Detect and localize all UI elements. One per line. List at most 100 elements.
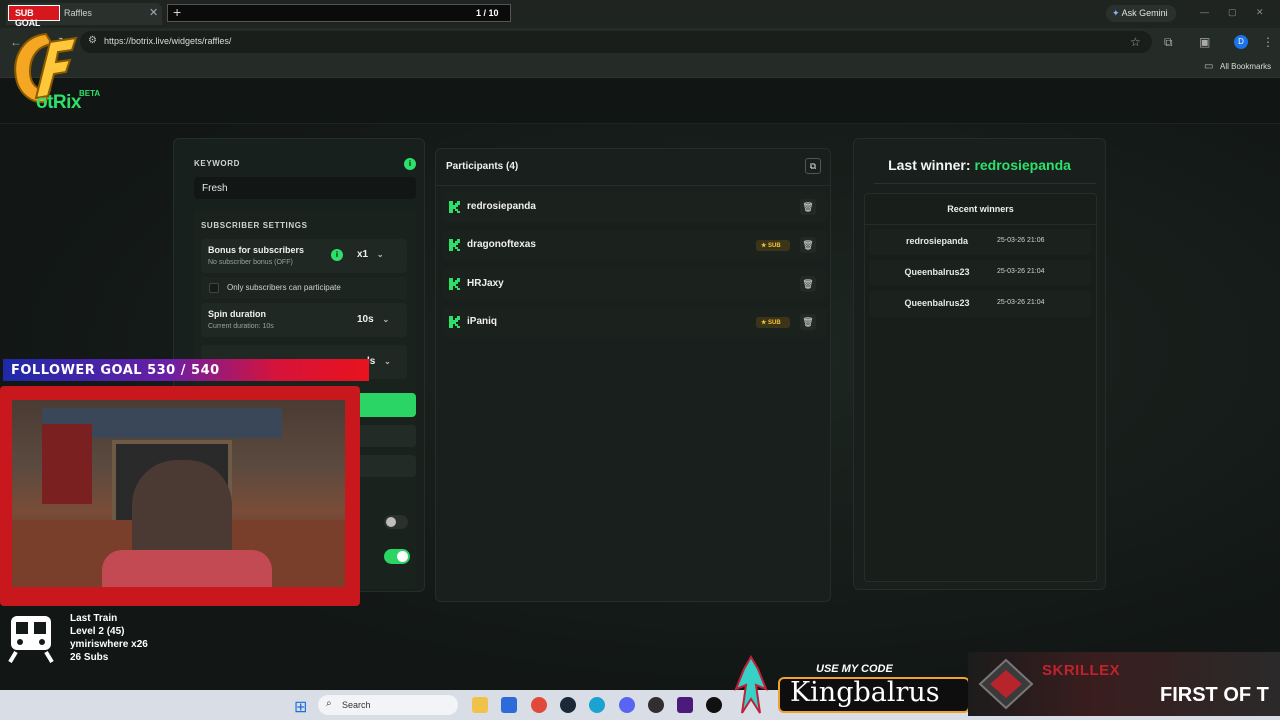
- steam-icon[interactable]: [560, 697, 576, 713]
- bookmark-star-icon[interactable]: ☆: [1130, 35, 1141, 49]
- kick-icon: [449, 316, 460, 328]
- copy-icon[interactable]: ⧉: [805, 158, 821, 174]
- sub-badge: ★ SUB: [756, 240, 790, 251]
- toggle-off[interactable]: [384, 515, 408, 529]
- toggle-on[interactable]: [384, 549, 410, 564]
- browser-tabstrip: Raffles ✕ SUB GOAL 1 / 10 + ✦ Ask Gemini…: [0, 0, 1280, 28]
- discord-icon[interactable]: [619, 697, 635, 713]
- winner-row: Queenbalrus23 25-03-26 21:04: [869, 291, 1091, 317]
- last-winner-label: Last winner:: [888, 157, 971, 173]
- winner-name: Queenbalrus23: [904, 298, 970, 308]
- spin-duration-row: Spin duration Current duration: 10s 10s …: [201, 303, 407, 337]
- sidepanel-icon[interactable]: ▣: [1199, 35, 1210, 49]
- sub-goal-overlay: SUB GOAL: [8, 5, 60, 28]
- participant-name: dragonoftexas: [467, 239, 536, 250]
- kick-icon: [449, 201, 460, 213]
- file-explorer-icon[interactable]: [472, 697, 488, 713]
- chevron-down-icon: ⌄: [384, 357, 391, 366]
- chrome-icon[interactable]: [531, 697, 547, 713]
- edge-icon[interactable]: [589, 697, 605, 713]
- store-icon[interactable]: [501, 697, 517, 713]
- site-info-icon[interactable]: ⚙: [88, 35, 97, 46]
- participant-row: HRJaxy 🗑: [443, 269, 827, 299]
- winner-name: redrosiepanda: [905, 236, 969, 246]
- participant-name: HRJaxy: [467, 278, 504, 289]
- beta-badge: BETA: [79, 89, 101, 98]
- last-winner-heading: Last winner: redrosiepanda: [854, 157, 1105, 173]
- toggle-knob: [397, 551, 408, 562]
- webcam-feed: [12, 400, 345, 587]
- windows-start-icon[interactable]: ⊞: [294, 697, 307, 717]
- trash-icon[interactable]: 🗑: [800, 199, 816, 215]
- participant-name: iPaniq: [467, 316, 498, 327]
- only-subs-row[interactable]: Only subscribers can participate: [201, 277, 407, 299]
- profile-avatar[interactable]: D: [1234, 35, 1248, 49]
- shirt: [102, 550, 272, 587]
- trash-icon[interactable]: 🗑: [800, 237, 816, 253]
- participant-row: redrosiepanda 🗑: [443, 192, 827, 222]
- star-icon: ★: [761, 243, 769, 249]
- participant-row: dragonoftexas ★ SUB 🗑: [443, 230, 827, 260]
- participants-title: Participants (4): [446, 161, 519, 172]
- new-tab-icon[interactable]: +: [173, 4, 181, 20]
- kick-icon: [449, 278, 460, 290]
- spin-title: Spin duration: [208, 309, 266, 319]
- bonus-title: Bonus for subscribers: [208, 245, 305, 255]
- obs-icon[interactable]: [648, 697, 664, 713]
- minimize-icon[interactable]: —: [1200, 7, 1209, 17]
- info-icon[interactable]: i: [404, 158, 416, 170]
- winner-date: 25-03-26 21:06: [997, 237, 1045, 244]
- train-icon: [8, 616, 54, 664]
- stream-stats: Last Train Level 2 (45) ymiriswhere x26 …: [70, 612, 148, 664]
- hidden-select[interactable]: ls ⌄: [367, 356, 391, 367]
- ask-gemini-button[interactable]: ✦ Ask Gemini: [1106, 5, 1176, 22]
- trash-icon[interactable]: 🗑: [800, 276, 816, 292]
- bookmarks-bar: ▭ All Bookmarks: [0, 56, 1280, 78]
- last-winner-name: redrosiepanda: [974, 157, 1071, 173]
- app-icon[interactable]: [677, 697, 693, 713]
- maximize-icon[interactable]: ▢: [1228, 7, 1237, 18]
- sub-badge: ★ SUB: [756, 317, 790, 328]
- toggle-knob: [386, 517, 396, 527]
- site-header: [0, 78, 1280, 124]
- follower-goal-text: FOLLOWER GOAL 530 / 540: [11, 363, 220, 378]
- winner-row: Queenbalrus23 25-03-26 21:04: [869, 260, 1091, 286]
- winner-name: Queenbalrus23: [904, 267, 970, 277]
- winners-panel: Last winner: redrosiepanda Recent winner…: [853, 138, 1106, 590]
- star-icon: ★: [761, 320, 769, 326]
- gemini-icon: ✦: [1112, 8, 1120, 18]
- fortnite-icon: [734, 655, 768, 714]
- bonus-select-value: x1: [357, 249, 369, 260]
- taskbar-search[interactable]: ⌕ Search: [318, 695, 458, 715]
- recent-divider: [865, 224, 1096, 225]
- spin-select[interactable]: 10s ⌄: [357, 314, 389, 325]
- botrix-logo-text: otRix: [36, 92, 82, 113]
- track-title: FIRST OF T: [1160, 684, 1269, 706]
- skrillex-emblem-icon: [978, 658, 1034, 710]
- close-window-icon[interactable]: ✕: [1256, 7, 1264, 18]
- taskbar-search-label: Search: [342, 700, 371, 710]
- keyword-input[interactable]: Fresh: [194, 177, 416, 199]
- participants-divider: [436, 185, 830, 186]
- bonus-info-icon[interactable]: i: [331, 249, 343, 261]
- poster: [42, 424, 92, 504]
- sub-badge-label: SUB: [768, 243, 781, 249]
- artist-name: SKRILLEX: [1042, 662, 1121, 679]
- only-subs-label: Only subscribers can participate: [227, 283, 341, 292]
- bonus-row: Bonus for subscribers No subscriber bonu…: [201, 239, 407, 273]
- tab-close-icon[interactable]: ✕: [149, 6, 158, 19]
- folder-icon: ▭: [1204, 61, 1214, 72]
- menu-kebab-icon[interactable]: ⋮: [1262, 35, 1274, 49]
- winner-date: 25-03-26 21:04: [997, 268, 1045, 275]
- bonus-select[interactable]: x1 ⌄: [357, 249, 384, 260]
- now-playing-banner: SKRILLEX FIRST OF T: [968, 652, 1280, 716]
- all-bookmarks-link[interactable]: All Bookmarks: [1220, 62, 1271, 71]
- trash-icon[interactable]: 🗑: [800, 314, 816, 330]
- use-my-code-label: USE MY CODE: [816, 663, 893, 675]
- address-bar[interactable]: ⚙ https://botrix.live/widgets/raffles/: [80, 31, 1152, 53]
- sub-goal-bar: 1 / 10: [167, 4, 511, 22]
- ask-gemini-label: Ask Gemini: [1121, 8, 1168, 18]
- extensions-icon[interactable]: ⧉: [1164, 35, 1173, 50]
- heading-divider: [874, 183, 1096, 184]
- only-subs-checkbox[interactable]: [209, 283, 219, 293]
